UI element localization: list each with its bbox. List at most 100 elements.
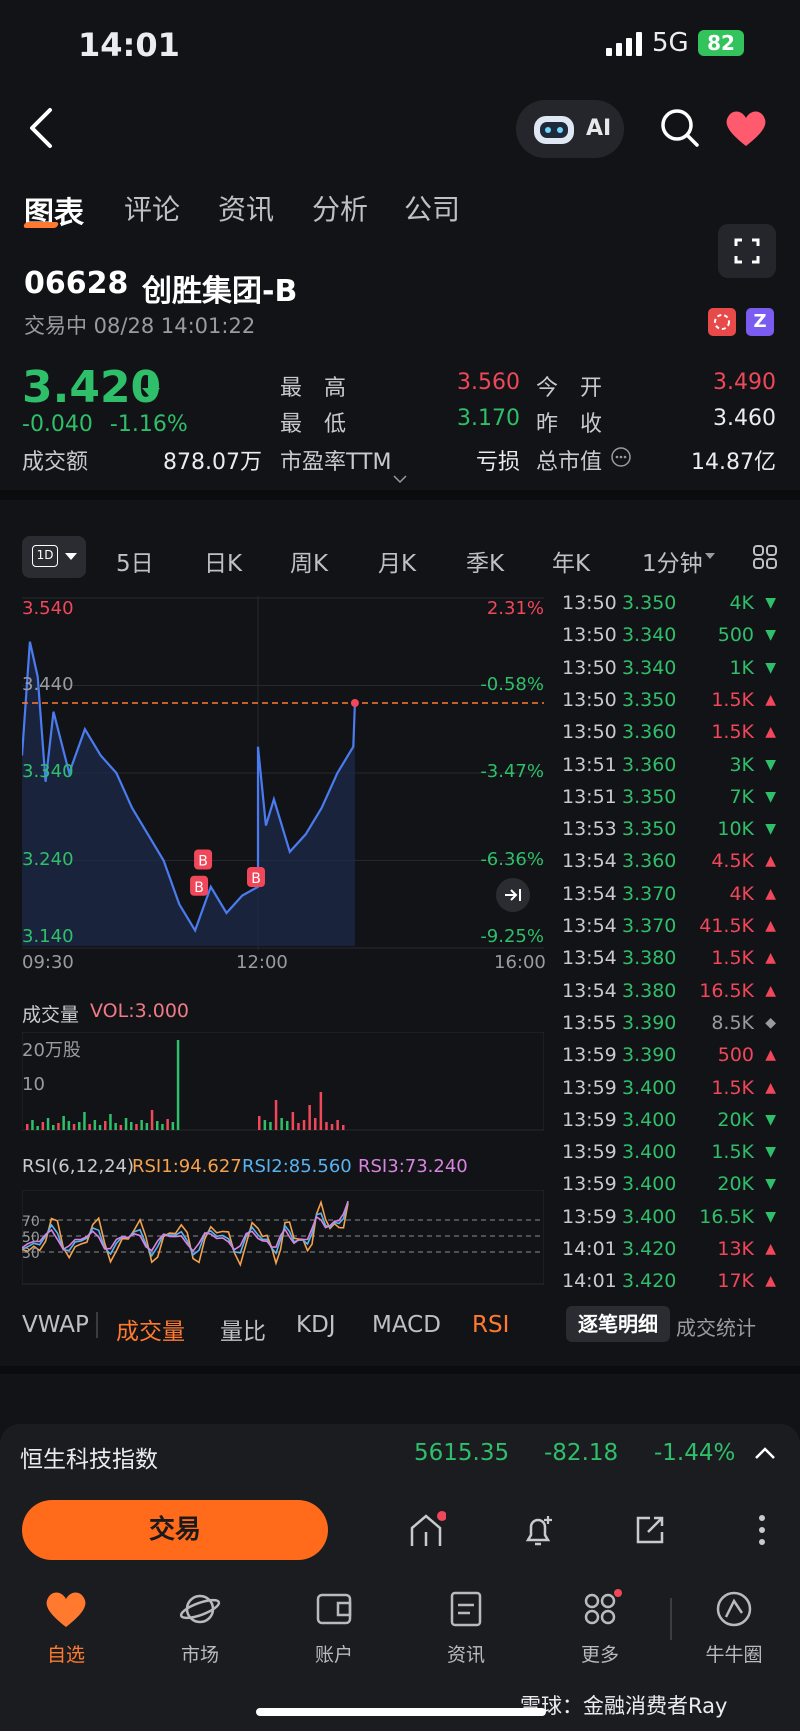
trade-button[interactable]: 交易 [22, 1500, 328, 1560]
indicator-volume[interactable]: 成交量 [116, 1312, 185, 1346]
trade-price: 3.350 [622, 592, 677, 614]
trade-row: 13:50 3.350 4K ▼ [562, 592, 778, 624]
indicator-volume-ratio[interactable]: 量比 [220, 1312, 266, 1346]
pe-value: 亏损 [475, 450, 520, 475]
arrow-down-icon: ▼ [765, 756, 776, 773]
arrow-up-icon: ▲ [765, 691, 776, 708]
share-icon[interactable] [630, 1510, 670, 1550]
trade-price: 3.420 [622, 1270, 677, 1293]
indicator-rsi[interactable]: RSI [472, 1312, 509, 1338]
expand-quote-icon[interactable] [392, 474, 408, 484]
search-icon[interactable] [660, 108, 700, 148]
back-icon[interactable] [22, 106, 62, 150]
arrow-up-icon: ▲ [765, 1047, 776, 1064]
period-minute-select[interactable]: 1分钟 [642, 544, 703, 578]
trade-row: 13:59 3.400 1.5K ▼ [562, 1141, 778, 1173]
tab-trade-stats[interactable]: 成交统计 [676, 1312, 756, 1341]
high-value: 3.560 [457, 370, 520, 395]
trade-price: 3.400 [622, 1141, 677, 1164]
indicator-macd[interactable]: MACD [372, 1312, 441, 1338]
tabbar-market[interactable]: 市场 [150, 1588, 250, 1667]
grid-icon[interactable] [752, 544, 778, 570]
chevron-up-icon[interactable] [754, 1446, 776, 1460]
tabbar-account-label: 账户 [314, 1644, 353, 1666]
trade-time: 13:53 [562, 818, 617, 841]
arrow-down-icon: ▼ [765, 1176, 776, 1193]
tabbar-community[interactable]: 牛牛圈 [684, 1588, 784, 1667]
tabbar-divider [670, 1598, 672, 1640]
planet-icon [179, 1594, 221, 1624]
indicator-kdj[interactable]: KDJ [296, 1312, 336, 1338]
low-label: 最 低 [280, 412, 347, 437]
arrow-down-icon [142, 376, 160, 398]
high-label: 最 高 [280, 376, 347, 401]
tick-trade-list[interactable]: 13:50 3.350 4K ▼ 13:50 3.340 500 ▼ 13:50 3.340 1K ▼… [0, 592, 800, 1294]
trade-price: 3.360 [622, 850, 677, 873]
trade-price: 3.390 [622, 1044, 677, 1067]
mcap-label: 总市值 [536, 450, 603, 475]
period-month-k[interactable]: 月K [378, 544, 416, 578]
arrow-down-icon: ▼ [765, 595, 776, 611]
trade-row: 14:01 3.420 17K ▲ [562, 1270, 778, 1302]
trade-row: 13:53 3.350 10K ▼ [562, 818, 778, 850]
trade-time: 13:51 [562, 785, 617, 808]
trade-row: 13:54 3.380 1.5K ▲ [562, 947, 778, 979]
trade-volume: 20K [717, 1108, 754, 1131]
tabbar-watchlist[interactable]: 自选 [16, 1588, 116, 1667]
trade-volume: 20K [717, 1173, 754, 1196]
tab-news[interactable]: 资讯 [218, 188, 274, 228]
tabbar-account[interactable]: 账户 [284, 1588, 384, 1667]
tabbar-watchlist-label: 自选 [46, 1644, 85, 1666]
trade-row: 13:59 3.400 20K ▼ [562, 1173, 778, 1205]
home-chart-icon[interactable] [406, 1510, 446, 1550]
period-week-k[interactable]: 周K [290, 544, 328, 578]
trade-price: 3.420 [622, 1238, 677, 1260]
trade-price: 3.380 [622, 947, 677, 970]
tab-tick-details[interactable]: 逐笔明细 [566, 1306, 670, 1342]
index-change: -82.18 [544, 1440, 619, 1466]
tabbar-more[interactable]: 更多 [550, 1588, 650, 1667]
trade-time: 13:54 [562, 979, 617, 1002]
trade-time: 14:01 [562, 1270, 617, 1293]
neutral-diamond-icon: ◆ [765, 1014, 776, 1031]
trade-volume: 13K [717, 1238, 754, 1260]
period-day-k[interactable]: 日K [204, 544, 242, 578]
trade-volume: 1.5K [711, 947, 754, 970]
arrow-up-icon: ▲ [765, 724, 776, 741]
trade-time: 13:51 [562, 753, 617, 776]
battery-icon: 82 [698, 30, 744, 56]
tab-analysis[interactable]: 分析 [312, 188, 368, 228]
trade-row: 13:51 3.350 7K ▼ [562, 786, 778, 818]
pe-label: 市盈率TTM [280, 450, 392, 475]
period-1d-label: 1D [32, 545, 58, 567]
tabbar-news[interactable]: 资讯 [416, 1588, 516, 1667]
trade-time: 13:50 [562, 592, 617, 614]
trade-volume: 7K [729, 785, 754, 808]
trade-time: 13:59 [562, 1076, 617, 1099]
trade-row: 13:54 3.380 16.5K ▲ [562, 980, 778, 1012]
document-icon [450, 1591, 482, 1627]
period-quarter-k[interactable]: 季K [466, 544, 504, 578]
more-vertical-icon[interactable] [752, 1512, 772, 1548]
arrow-up-icon: ▲ [765, 885, 776, 902]
trade-time: 13:59 [562, 1044, 617, 1067]
favorite-heart-icon[interactable] [724, 108, 768, 148]
period-1d-selector[interactable]: 1D [22, 536, 86, 578]
info-icon[interactable] [610, 446, 632, 468]
fullscreen-button[interactable] [718, 224, 776, 278]
trade-price: 3.350 [622, 688, 677, 711]
trade-volume: 41.5K [699, 915, 754, 937]
alert-bell-icon[interactable] [518, 1510, 558, 1550]
indicator-vwap[interactable]: VWAP [22, 1312, 89, 1338]
period-year-k[interactable]: 年K [552, 544, 590, 578]
trade-volume: 8.5K [711, 1011, 754, 1034]
tab-company[interactable]: 公司 [404, 188, 460, 228]
trade-time: 13:55 [562, 1011, 617, 1034]
turnover-value: 878.07万 [163, 450, 262, 475]
trade-row: 13:55 3.390 8.5K ◆ [562, 1012, 778, 1044]
tab-comments[interactable]: 评论 [124, 188, 180, 228]
trade-time: 13:59 [562, 1141, 617, 1164]
trade-volume: 16.5K [699, 979, 754, 1002]
period-5d[interactable]: 5日 [116, 544, 154, 578]
trade-volume: 500 [717, 1044, 754, 1067]
